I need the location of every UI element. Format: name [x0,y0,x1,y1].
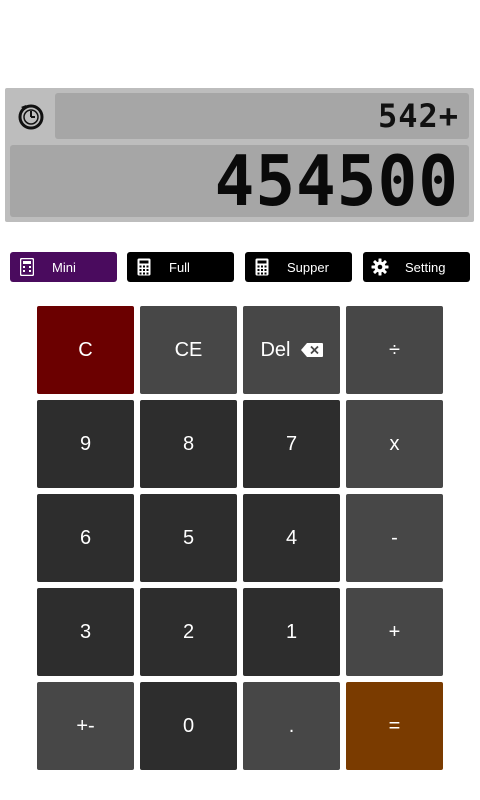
digit-5-button[interactable]: 5 [140,494,237,582]
clear-entry-button[interactable]: CE [140,306,237,394]
digit-1-button[interactable]: 1 [243,588,340,676]
key-label: + [388,620,401,643]
digit-6-button[interactable]: 6 [37,494,134,582]
digit-7-button[interactable]: 7 [243,400,340,488]
clear-button[interactable]: C [37,306,134,394]
tab-supper[interactable]: Supper [245,252,352,282]
mode-tabs: Mini Full Supper Setting [10,252,470,282]
digit-2-button[interactable]: 2 [140,588,237,676]
key-label: = [388,714,401,737]
tab-mini[interactable]: Mini [10,252,117,282]
digit-9-button[interactable]: 9 [37,400,134,488]
multiply-button[interactable]: x [346,400,443,488]
key-label: x [389,432,400,455]
key-label: 4 [285,526,298,549]
key-label: 1 [285,620,298,643]
key-label: +- [76,714,95,737]
key-label: 8 [182,432,195,455]
key-label: 5 [182,526,195,549]
tab-label: Setting [405,259,446,275]
mini-calculator-icon [18,258,36,276]
key-label: - [391,526,398,549]
key-label: ÷ [389,338,400,361]
tab-label: Supper [287,259,329,275]
tab-label: Full [169,259,190,275]
digit-3-button[interactable]: 3 [37,588,134,676]
equals-button[interactable]: = [346,682,443,770]
digit-4-button[interactable]: 4 [243,494,340,582]
key-label: 7 [285,432,298,455]
history-timer-icon [18,104,44,130]
key-label: C [78,338,93,361]
keypad: C CE Del ÷ 9 8 7 x 6 5 4 - 3 2 1 + +- 0 … [37,306,443,770]
key-label: . [288,714,295,737]
display-panel: 542+ 454500 [5,88,474,222]
expression-display: 542+ [55,93,469,139]
calculator-icon [253,258,271,276]
key-label: 0 [182,714,195,737]
gear-icon [371,258,389,276]
digit-8-button[interactable]: 8 [140,400,237,488]
negate-button[interactable]: +- [37,682,134,770]
key-label: 2 [182,620,195,643]
plus-button[interactable]: + [346,588,443,676]
digit-0-button[interactable]: 0 [140,682,237,770]
calculator-icon [135,258,153,276]
history-button[interactable] [15,100,47,132]
key-label: 6 [79,526,92,549]
key-label: Del [260,338,291,361]
delete-button[interactable]: Del [243,306,340,394]
result-display: 454500 [10,141,469,221]
tab-setting[interactable]: Setting [363,252,470,282]
key-label: 3 [79,620,92,643]
divide-button[interactable]: ÷ [346,306,443,394]
result-text: 454500 [214,140,459,222]
key-label: 9 [79,432,92,455]
expression-text: 542+ [377,97,459,135]
decimal-button[interactable]: . [243,682,340,770]
backspace-icon [300,343,323,357]
key-label: CE [174,338,203,361]
calculator-app: 542+ 454500 Mini Full Supper Setting C C… [0,0,480,800]
minus-button[interactable]: - [346,494,443,582]
tab-label: Mini [52,259,76,275]
tab-full[interactable]: Full [127,252,234,282]
